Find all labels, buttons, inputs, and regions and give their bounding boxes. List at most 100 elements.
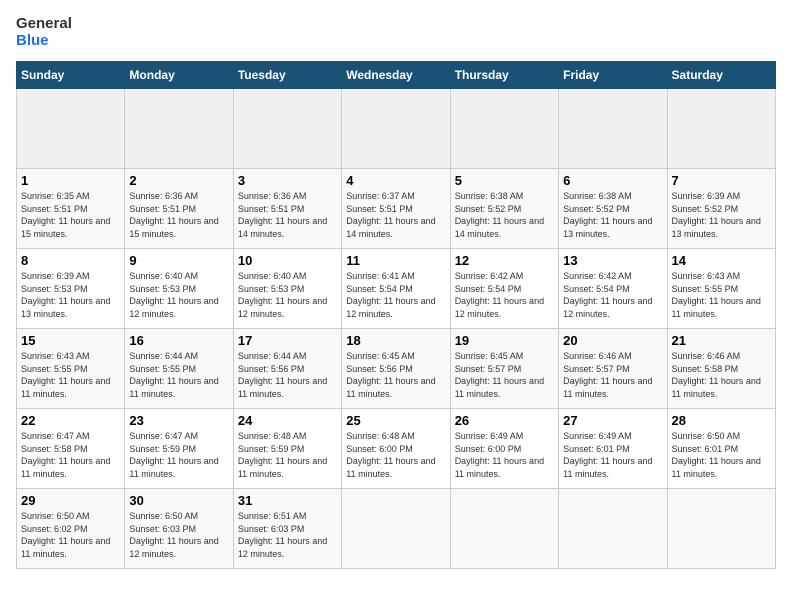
day-number: 6 (563, 173, 662, 188)
calendar-cell (559, 489, 667, 569)
calendar-cell (233, 89, 341, 169)
day-info: Sunrise: 6:41 AMSunset: 5:54 PMDaylight:… (346, 270, 445, 320)
calendar-week-row: 1 Sunrise: 6:35 AMSunset: 5:51 PMDaylight… (17, 169, 776, 249)
day-info: Sunrise: 6:37 AMSunset: 5:51 PMDaylight:… (346, 190, 445, 240)
calendar-header-row: SundayMondayTuesdayWednesdayThursdayFrid… (17, 62, 776, 89)
day-info: Sunrise: 6:38 AMSunset: 5:52 PMDaylight:… (455, 190, 554, 240)
day-info: Sunrise: 6:45 AMSunset: 5:56 PMDaylight:… (346, 350, 445, 400)
calendar-cell: 11 Sunrise: 6:41 AMSunset: 5:54 PMDayligh… (342, 249, 450, 329)
calendar-week-row: 8Sunrise: 6:39 AMSunset: 5:53 PMDaylight… (17, 249, 776, 329)
day-number: 1 (21, 173, 120, 188)
calendar-cell: 8Sunrise: 6:39 AMSunset: 5:53 PMDaylight… (17, 249, 125, 329)
day-header-saturday: Saturday (667, 62, 775, 89)
calendar-week-row: 15Sunrise: 6:43 AMSunset: 5:55 PMDayligh… (17, 329, 776, 409)
calendar-cell: 27Sunrise: 6:49 AMSunset: 6:01 PMDayligh… (559, 409, 667, 489)
day-info: Sunrise: 6:50 AMSunset: 6:02 PMDaylight:… (21, 510, 120, 560)
calendar-cell: 14 Sunrise: 6:43 AMSunset: 5:55 PMDayligh… (667, 249, 775, 329)
day-info: Sunrise: 6:39 AMSunset: 5:52 PMDaylight:… (672, 190, 771, 240)
calendar-cell (342, 489, 450, 569)
day-number: 20 (563, 333, 662, 348)
calendar-cell: 20 Sunrise: 6:46 AMSunset: 5:57 PMDayligh… (559, 329, 667, 409)
day-number: 11 (346, 253, 445, 268)
day-number: 10 (238, 253, 337, 268)
calendar-cell: 15Sunrise: 6:43 AMSunset: 5:55 PMDayligh… (17, 329, 125, 409)
day-header-friday: Friday (559, 62, 667, 89)
day-number: 16 (129, 333, 228, 348)
day-info: Sunrise: 6:47 AMSunset: 5:58 PMDaylight:… (21, 430, 120, 480)
day-info: Sunrise: 6:43 AMSunset: 5:55 PMDaylight:… (672, 270, 771, 320)
calendar-cell: 18 Sunrise: 6:45 AMSunset: 5:56 PMDayligh… (342, 329, 450, 409)
day-number: 3 (238, 173, 337, 188)
calendar-cell (125, 89, 233, 169)
day-number: 31 (238, 493, 337, 508)
day-number: 26 (455, 413, 554, 428)
calendar-week-row: 22Sunrise: 6:47 AMSunset: 5:58 PMDayligh… (17, 409, 776, 489)
calendar-cell: 7Sunrise: 6:39 AMSunset: 5:52 PMDaylight… (667, 169, 775, 249)
day-number: 13 (563, 253, 662, 268)
day-info: Sunrise: 6:44 AMSunset: 5:56 PMDaylight:… (238, 350, 337, 400)
calendar-cell: 2 Sunrise: 6:36 AMSunset: 5:51 PMDaylight… (125, 169, 233, 249)
logo: General Blue GeneralBlue (16, 16, 72, 49)
calendar-week-row: 29Sunrise: 6:50 AMSunset: 6:02 PMDayligh… (17, 489, 776, 569)
day-header-sunday: Sunday (17, 62, 125, 89)
day-number: 28 (672, 413, 771, 428)
day-header-monday: Monday (125, 62, 233, 89)
calendar-cell: 29Sunrise: 6:50 AMSunset: 6:02 PMDayligh… (17, 489, 125, 569)
page-header: General Blue GeneralBlue (16, 16, 776, 49)
day-number: 17 (238, 333, 337, 348)
calendar-cell: 10 Sunrise: 6:40 AMSunset: 5:53 PMDayligh… (233, 249, 341, 329)
day-info: Sunrise: 6:36 AMSunset: 5:51 PMDaylight:… (129, 190, 228, 240)
calendar-cell: 31 Sunrise: 6:51 AMSunset: 6:03 PMDayligh… (233, 489, 341, 569)
calendar-cell: 6 Sunrise: 6:38 AMSunset: 5:52 PMDaylight… (559, 169, 667, 249)
calendar-cell: 25Sunrise: 6:48 AMSunset: 6:00 PMDayligh… (342, 409, 450, 489)
calendar-cell: 23 Sunrise: 6:47 AMSunset: 5:59 PMDayligh… (125, 409, 233, 489)
day-info: Sunrise: 6:44 AMSunset: 5:55 PMDaylight:… (129, 350, 228, 400)
day-info: Sunrise: 6:40 AMSunset: 5:53 PMDaylight:… (129, 270, 228, 320)
calendar-cell: 3Sunrise: 6:36 AMSunset: 5:51 PMDaylight… (233, 169, 341, 249)
day-info: Sunrise: 6:48 AMSunset: 5:59 PMDaylight:… (238, 430, 337, 480)
calendar-cell (17, 89, 125, 169)
day-number: 18 (346, 333, 445, 348)
calendar-week-row (17, 89, 776, 169)
day-header-thursday: Thursday (450, 62, 558, 89)
calendar-cell: 9 Sunrise: 6:40 AMSunset: 5:53 PMDaylight… (125, 249, 233, 329)
day-number: 4 (346, 173, 445, 188)
day-info: Sunrise: 6:47 AMSunset: 5:59 PMDaylight:… (129, 430, 228, 480)
day-number: 21 (672, 333, 771, 348)
day-info: Sunrise: 6:45 AMSunset: 5:57 PMDaylight:… (455, 350, 554, 400)
day-number: 23 (129, 413, 228, 428)
day-number: 5 (455, 173, 554, 188)
calendar-cell: 13Sunrise: 6:42 AMSunset: 5:54 PMDayligh… (559, 249, 667, 329)
calendar-table: SundayMondayTuesdayWednesdayThursdayFrid… (16, 61, 776, 569)
calendar-cell: 24 Sunrise: 6:48 AMSunset: 5:59 PMDayligh… (233, 409, 341, 489)
day-number: 14 (672, 253, 771, 268)
day-header-wednesday: Wednesday (342, 62, 450, 89)
day-info: Sunrise: 6:42 AMSunset: 5:54 PMDaylight:… (455, 270, 554, 320)
day-info: Sunrise: 6:50 AMSunset: 6:03 PMDaylight:… (129, 510, 228, 560)
calendar-cell: 28 Sunrise: 6:50 AMSunset: 6:01 PMDayligh… (667, 409, 775, 489)
calendar-cell: 1 Sunrise: 6:35 AMSunset: 5:51 PMDaylight… (17, 169, 125, 249)
day-number: 19 (455, 333, 554, 348)
day-info: Sunrise: 6:51 AMSunset: 6:03 PMDaylight:… (238, 510, 337, 560)
calendar-cell (342, 89, 450, 169)
day-info: Sunrise: 6:40 AMSunset: 5:53 PMDaylight:… (238, 270, 337, 320)
day-info: Sunrise: 6:50 AMSunset: 6:01 PMDaylight:… (672, 430, 771, 480)
calendar-cell (667, 489, 775, 569)
calendar-cell: 12Sunrise: 6:42 AMSunset: 5:54 PMDayligh… (450, 249, 558, 329)
day-info: Sunrise: 6:38 AMSunset: 5:52 PMDaylight:… (563, 190, 662, 240)
calendar-cell (667, 89, 775, 169)
day-info: Sunrise: 6:46 AMSunset: 5:57 PMDaylight:… (563, 350, 662, 400)
day-number: 2 (129, 173, 228, 188)
calendar-cell: 16 Sunrise: 6:44 AMSunset: 5:55 PMDayligh… (125, 329, 233, 409)
calendar-cell: 22Sunrise: 6:47 AMSunset: 5:58 PMDayligh… (17, 409, 125, 489)
day-number: 9 (129, 253, 228, 268)
day-number: 24 (238, 413, 337, 428)
calendar-cell (450, 489, 558, 569)
day-info: Sunrise: 6:35 AMSunset: 5:51 PMDaylight:… (21, 190, 120, 240)
day-info: Sunrise: 6:49 AMSunset: 6:00 PMDaylight:… (455, 430, 554, 480)
calendar-cell (450, 89, 558, 169)
logo-text: GeneralBlue (16, 16, 72, 49)
calendar-cell: 19 Sunrise: 6:45 AMSunset: 5:57 PMDayligh… (450, 329, 558, 409)
calendar-cell (559, 89, 667, 169)
day-info: Sunrise: 6:49 AMSunset: 6:01 PMDaylight:… (563, 430, 662, 480)
